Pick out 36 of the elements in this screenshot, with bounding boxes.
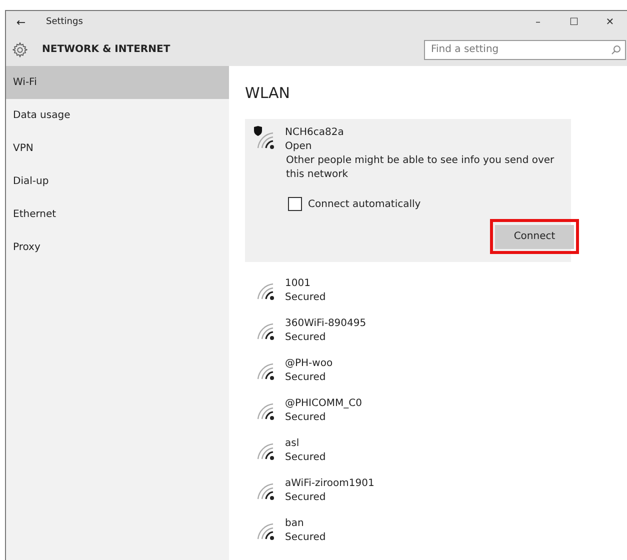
network-name: asl [285,436,300,450]
network-name: 360WiFi-890495 [285,316,366,330]
network-status: Secured [285,410,327,424]
network-name: aWiFi-ziroom1901 [285,476,374,490]
checkbox[interactable] [288,197,302,211]
network-status: Secured [285,490,327,504]
sidebar-item[interactable]: Proxy [6,231,229,264]
search-field[interactable]: Find a setting [424,40,626,60]
network-name: @PHICOMM_C0 [285,396,362,410]
window-control-button[interactable]: – [520,16,556,28]
network-status: Secured [285,450,326,464]
sidebar-item[interactable]: Ethernet [6,198,229,231]
sidebar-item[interactable]: VPN [6,132,229,165]
sidebar-item[interactable]: Dial-up [6,165,229,198]
network-name: NCH6ca82a [285,126,344,140]
network-name: 1001 [285,276,312,290]
network-status: Secured [285,330,327,344]
settings-icon [12,42,28,58]
checkbox-label: Connect automatically [308,198,421,210]
back-button[interactable]: ← [6,16,36,28]
network-status: Secured [285,530,326,544]
page-title: NETWORK & INTERNET [42,44,172,55]
sidebar-item[interactable]: Data usage [6,99,229,132]
network-status: Open [285,140,313,154]
network-name: ban [285,516,305,530]
window-control-button[interactable]: ✕ [592,16,627,28]
network-status: Secured [285,290,326,304]
network-status: Secured [285,370,327,384]
section-heading: WLAN [245,84,292,102]
window-control-button[interactable]: ☐ [556,16,592,28]
sidebar-item[interactable]: Wi-Fi [6,66,229,99]
connect-button[interactable]: Connect [495,224,574,248]
window-title: Settings [46,17,84,27]
network-name: @PH-woo [285,356,333,370]
search-icon [611,44,621,54]
warning-text: Other people might be able to see info you send over this network [286,154,556,182]
